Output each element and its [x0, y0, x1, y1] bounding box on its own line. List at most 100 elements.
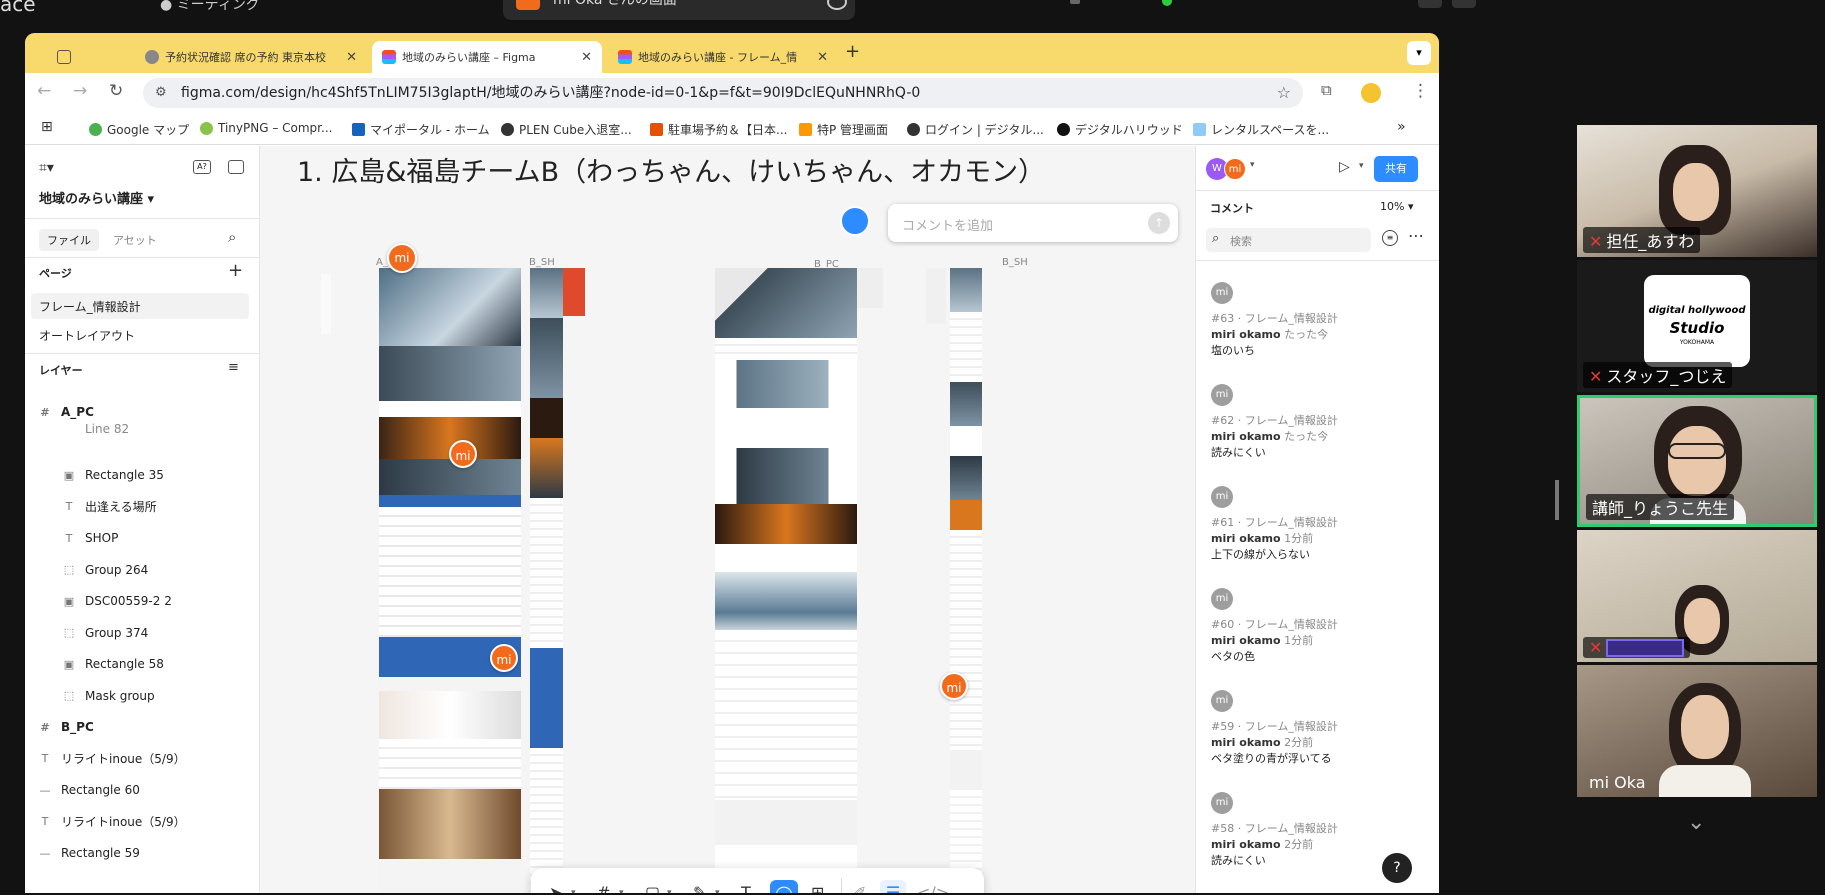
- help-button[interactable]: ?: [1382, 853, 1412, 883]
- small-frame[interactable]: [321, 274, 331, 334]
- close-icon[interactable]: ✕: [346, 50, 357, 65]
- pen-tool-icon[interactable]: ✎: [693, 883, 706, 893]
- bookmark-plen-cube[interactable]: PLEN Cube入退室...: [501, 121, 632, 138]
- comment-item[interactable]: mi #63 · フレーム_情報設計 miri okamo たった今 塩のいち: [1211, 282, 1426, 372]
- tab-group-icon[interactable]: [47, 41, 127, 73]
- bookmark-parking[interactable]: 駐車場予約＆【日本...: [650, 121, 787, 138]
- frame-red-block[interactable]: [563, 268, 585, 316]
- layer-item[interactable]: T リライトinoue（5/9）: [25, 746, 260, 772]
- bookmark-myportal[interactable]: マイポータル - ホーム: [352, 121, 490, 138]
- layer-item[interactable]: # B_PC: [25, 714, 260, 740]
- layer-item[interactable]: T SHOP: [25, 525, 260, 551]
- close-icon[interactable]: ✕: [817, 50, 828, 65]
- close-icon[interactable]: ✕: [581, 50, 592, 65]
- page-item-frame[interactable]: フレーム_情報設計: [31, 293, 249, 319]
- back-icon[interactable]: ←: [37, 81, 51, 101]
- shape-tool-icon[interactable]: ▢: [645, 883, 660, 893]
- search-icon[interactable]: ⌕: [228, 228, 236, 246]
- comment-item[interactable]: mi #62 · フレーム_情報設計 miri okamo たった今 読みにくい: [1211, 384, 1426, 474]
- page-item-autolayout[interactable]: オートレイアウト: [25, 322, 260, 348]
- chevron-down-icon[interactable]: ▾: [571, 888, 576, 893]
- layer-item[interactable]: T リライトinoue（5/9）: [25, 809, 260, 835]
- comment-box[interactable]: コメントを追加 ↑: [888, 204, 1178, 242]
- dev-mode-icon[interactable]: </>: [917, 883, 949, 893]
- chevron-down-icon[interactable]: ▾: [715, 888, 720, 893]
- fullscreen-icon[interactable]: [1452, 0, 1476, 8]
- url-field[interactable]: ⚙ figma.com/design/hc4Shf5TnLIM75I3glapt…: [143, 78, 1303, 108]
- comment-item[interactable]: mi #60 · フレーム_情報設計 miri okamo 1分前 ベタの色: [1211, 588, 1426, 678]
- chevron-down-icon[interactable]: ▾: [1359, 161, 1364, 171]
- layer-item[interactable]: ▣ Rectangle 58: [25, 651, 260, 677]
- tab-file[interactable]: ファイル: [39, 229, 99, 251]
- search-input[interactable]: 検索: [1230, 233, 1252, 249]
- collapse-layers-icon[interactable]: ≡: [228, 360, 239, 375]
- layer-item[interactable]: — Rectangle 60: [25, 777, 260, 803]
- comment-pin-icon[interactable]: [840, 206, 870, 236]
- participant-tile[interactable]: mi Oka: [1577, 665, 1817, 797]
- profile-avatar[interactable]: [1361, 83, 1381, 103]
- frame-b-sh-2[interactable]: [950, 268, 982, 893]
- present-icon[interactable]: ▷: [1339, 159, 1350, 175]
- bookmark-rental-space[interactable]: レンタルスペースを...: [1193, 121, 1329, 138]
- more-options-icon[interactable]: ⋯: [1408, 226, 1424, 245]
- frame-tool-icon[interactable]: #: [597, 883, 610, 893]
- bookmark-google-maps[interactable]: Google マップ: [89, 121, 189, 138]
- new-tab-button[interactable]: +: [845, 41, 860, 62]
- collaborator-avatar[interactable]: mi: [387, 243, 417, 273]
- stop-share-icon[interactable]: [827, 0, 847, 10]
- tab-figma[interactable]: 地域のみらい講座 – Figma ✕: [372, 41, 602, 73]
- screen-share-indicator[interactable]: mi Oka さんの画面: [503, 0, 855, 20]
- tab-figma-frame[interactable]: 地域のみらい講座 - フレーム_情 ✕: [608, 41, 838, 73]
- layer-item[interactable]: T 出逢える場所: [25, 494, 260, 520]
- extensions-icon[interactable]: ⧉: [1321, 81, 1332, 99]
- bookmark-tinypng[interactable]: TinyPNG – Compr...: [200, 121, 332, 135]
- draw-mode-icon[interactable]: ✐: [853, 883, 866, 893]
- zoom-level[interactable]: 10% ▾: [1380, 200, 1413, 213]
- tab-search-icon[interactable]: ▾: [1407, 41, 1431, 65]
- participant-tile[interactable]: ✕: [1577, 530, 1817, 662]
- forward-icon[interactable]: →: [73, 81, 87, 101]
- sidebar-toggle-icon[interactable]: [228, 160, 244, 174]
- tab-assets[interactable]: アセット: [113, 232, 157, 248]
- panel-resize-handle[interactable]: [1555, 480, 1559, 520]
- chevron-down-icon[interactable]: ▾: [667, 888, 672, 893]
- layer-item[interactable]: ⬚ Group 264: [25, 557, 260, 583]
- layer-item[interactable]: Line 82: [25, 423, 260, 435]
- move-tool-icon[interactable]: ➤: [549, 883, 562, 893]
- filter-icon[interactable]: ≡: [1382, 230, 1398, 246]
- chevron-down-icon[interactable]: ▾: [619, 888, 624, 893]
- figma-menu-icon[interactable]: ⌗▾: [39, 160, 54, 176]
- layer-item[interactable]: — Rectangle 59: [25, 840, 260, 866]
- bookmark-tokup[interactable]: 特P 管理画面: [799, 121, 888, 138]
- chevron-down-icon[interactable]: ⌄: [1687, 810, 1705, 835]
- participant-tile[interactable]: ✕ 担任_あすわ: [1577, 125, 1817, 257]
- reload-icon[interactable]: ↻: [109, 81, 123, 101]
- frame-b-sh[interactable]: [530, 268, 563, 893]
- frame-a-pc[interactable]: [379, 268, 521, 893]
- chevron-down-icon[interactable]: ▾: [1250, 160, 1255, 170]
- add-page-icon[interactable]: +: [228, 260, 243, 281]
- site-info-icon[interactable]: ⚙: [155, 78, 167, 108]
- frame-side-strip[interactable]: [857, 268, 883, 308]
- share-button[interactable]: 共有: [1374, 156, 1418, 182]
- comment-item[interactable]: mi #61 · フレーム_情報設計 miri okamo 1分前 上下の線が入らない: [1211, 486, 1426, 576]
- bookmark-star-icon[interactable]: ☆: [1277, 78, 1291, 108]
- view-icon[interactable]: [1418, 0, 1442, 8]
- participant-tile-active[interactable]: 講師_りょうこ先生: [1577, 395, 1817, 527]
- frame-b-pc[interactable]: [715, 268, 857, 893]
- tab-reservation[interactable]: 予約状況確認 席の予約 東京本校 ✕: [135, 41, 367, 73]
- layer-item[interactable]: ▣ DSC00559-2 2: [25, 588, 260, 614]
- comment-tool-icon[interactable]: ◯: [770, 880, 798, 893]
- send-icon[interactable]: ↑: [1148, 212, 1170, 234]
- layer-item[interactable]: ▣ Rectangle 35: [25, 462, 260, 488]
- layer-item[interactable]: ⬚ Mask group: [25, 683, 260, 709]
- file-name[interactable]: 地域のみらい講座 ▾: [39, 188, 154, 207]
- bookmark-digital-login[interactable]: ログイン | デジタル...: [907, 121, 1044, 138]
- text-style-icon[interactable]: A?: [193, 160, 211, 174]
- menu-icon[interactable]: ⋮: [1412, 81, 1429, 101]
- actions-icon[interactable]: ⊞: [811, 883, 824, 893]
- text-tool-icon[interactable]: T: [741, 883, 751, 893]
- bookmark-digital-hollywood[interactable]: デジタルハリウッド: [1057, 121, 1183, 138]
- comment-item[interactable]: mi #59 · フレーム_情報設計 miri okamo 2分前 ベタ塗りの青が浮い…: [1211, 690, 1426, 780]
- canvas[interactable]: 1. 広島&福島チームB（わっちゃん、けいちゃん、オカモン） コメントを追加 ↑…: [261, 146, 1194, 893]
